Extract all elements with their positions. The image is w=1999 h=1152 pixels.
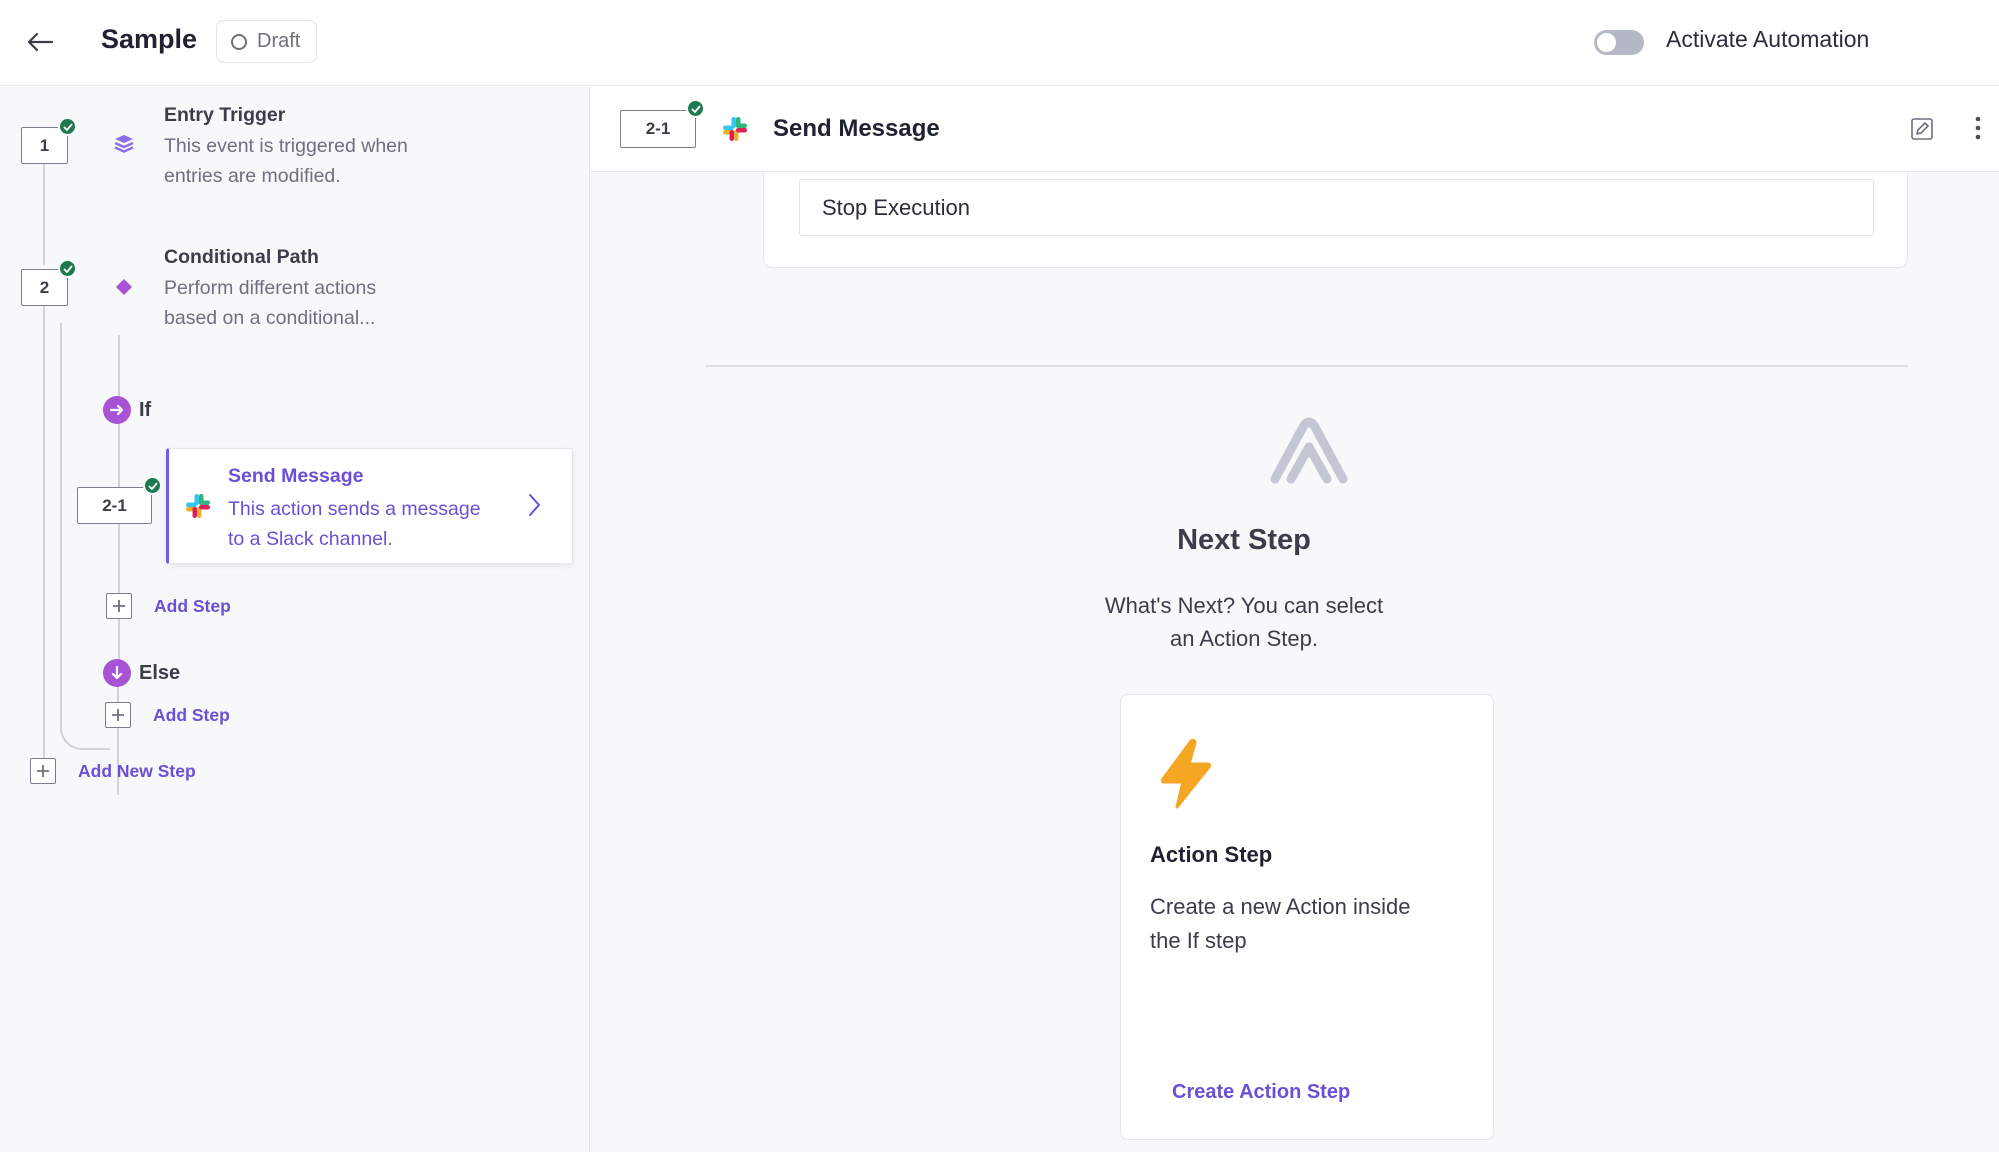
add-step-else-button[interactable]: Add Step bbox=[105, 702, 230, 728]
status-text: Draft bbox=[257, 30, 301, 52]
top-header: Sample Draft Activate Automation bbox=[0, 0, 1999, 86]
status-badge: Draft bbox=[216, 20, 318, 63]
diamond-icon bbox=[113, 276, 135, 298]
action-step-card[interactable]: Action Step Create a new Action inside t… bbox=[1120, 694, 1494, 1140]
steps-sidebar: 1 Entry Trigger This event is triggered … bbox=[0, 87, 590, 1152]
step-title[interactable]: Entry Trigger bbox=[164, 104, 285, 127]
step-description: This event is triggered when bbox=[164, 135, 408, 157]
section-divider bbox=[705, 365, 1908, 367]
step-title[interactable]: Conditional Path bbox=[164, 246, 319, 269]
add-new-step-label: Add New Step bbox=[78, 760, 196, 781]
page-title: Sample bbox=[101, 24, 198, 54]
plus-icon bbox=[105, 702, 131, 728]
selected-step-title: Send Message bbox=[228, 465, 364, 487]
toggle-knob bbox=[1597, 33, 1616, 52]
step-detail-panel: 2-1 Send Message Stop Execution Next Ste… bbox=[591, 87, 1999, 1152]
tree-connector bbox=[43, 163, 45, 265]
stack-icon bbox=[111, 131, 137, 157]
check-icon bbox=[143, 476, 162, 495]
tree-connector bbox=[43, 305, 45, 780]
next-step-title: Next Step bbox=[1177, 524, 1311, 556]
edit-icon bbox=[1911, 118, 1933, 140]
step-number-2-1[interactable]: 2-1 bbox=[77, 487, 152, 524]
step-description: based on a conditional... bbox=[164, 307, 376, 329]
next-step-description: What's Next? You can select an Action St… bbox=[1094, 589, 1394, 655]
create-action-step-link[interactable]: Create Action Step bbox=[1172, 1081, 1350, 1104]
tree-connector bbox=[60, 323, 62, 363]
activate-toggle[interactable] bbox=[1594, 30, 1644, 55]
back-arrow-icon bbox=[27, 32, 54, 52]
activate-label: Activate Automation bbox=[1666, 26, 1870, 52]
stop-execution-card: Stop Execution bbox=[763, 172, 1908, 268]
plus-icon bbox=[30, 758, 56, 784]
selected-step-description: This action sends a message to a Slack c… bbox=[228, 494, 528, 554]
chevron-right-icon bbox=[526, 492, 542, 523]
add-new-step-button[interactable]: Add New Step bbox=[30, 758, 196, 784]
selected-step-card[interactable]: Send Message This action sends a message… bbox=[166, 448, 573, 564]
step-description: entries are modified. bbox=[164, 165, 341, 187]
panel-title: Send Message bbox=[773, 115, 940, 142]
back-button[interactable] bbox=[20, 22, 60, 62]
selected-desc-line: This action sends a message bbox=[228, 498, 481, 520]
add-step-label: Add Step bbox=[153, 704, 230, 725]
selected-desc-line: to a Slack channel. bbox=[228, 528, 393, 550]
add-step-if-button[interactable]: Add Step bbox=[106, 593, 231, 619]
plus-icon bbox=[106, 593, 132, 619]
stop-execution-field[interactable]: Stop Execution bbox=[799, 179, 1874, 236]
panel-step-number: 2-1 bbox=[620, 110, 696, 148]
arrow-right-icon bbox=[103, 396, 131, 424]
more-options-button[interactable] bbox=[1974, 115, 1982, 146]
slack-icon bbox=[721, 115, 749, 148]
more-vertical-icon bbox=[1975, 116, 1981, 140]
lightning-icon bbox=[1157, 738, 1215, 814]
add-step-label: Add Step bbox=[154, 595, 231, 616]
action-desc-line: the If step bbox=[1150, 928, 1247, 953]
check-icon bbox=[58, 117, 77, 136]
arrow-down-icon bbox=[103, 659, 131, 687]
next-desc-line: What's Next? You can select bbox=[1104, 593, 1384, 618]
branch-else-label: Else bbox=[139, 662, 181, 684]
action-desc-line: Create a new Action inside bbox=[1150, 894, 1411, 919]
draft-circle-icon bbox=[231, 33, 247, 50]
brand-logo-icon bbox=[1267, 415, 1351, 492]
branch-if-label: If bbox=[139, 399, 152, 421]
tree-connector bbox=[60, 343, 110, 750]
check-icon bbox=[58, 259, 77, 278]
next-desc-line: an Action Step. bbox=[1170, 626, 1318, 651]
panel-header: 2-1 Send Message bbox=[591, 87, 1999, 172]
action-step-title: Action Step bbox=[1150, 842, 1273, 867]
step-description: Perform different actions bbox=[164, 277, 377, 299]
action-step-description: Create a new Action inside the If step bbox=[1150, 890, 1470, 958]
check-icon bbox=[686, 99, 705, 118]
slack-icon bbox=[184, 492, 212, 525]
edit-button[interactable] bbox=[1910, 117, 1934, 146]
